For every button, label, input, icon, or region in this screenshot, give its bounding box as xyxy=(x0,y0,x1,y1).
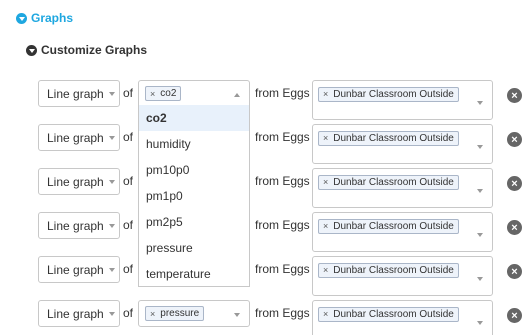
location-select[interactable]: × Dunbar Classroom Outside xyxy=(312,256,493,296)
chevron-down-icon xyxy=(234,313,240,317)
graph-type-select[interactable]: Line graph xyxy=(38,256,120,283)
remove-row-button[interactable]: × xyxy=(507,88,522,103)
from-label: from Eggs xyxy=(255,218,310,232)
dropdown-option[interactable]: humidity xyxy=(139,131,249,157)
metric-select[interactable]: × pressure xyxy=(138,300,250,327)
chevron-up-icon xyxy=(234,93,240,97)
dropdown-option[interactable]: temperature xyxy=(139,261,249,287)
remove-row-button[interactable]: × xyxy=(507,264,522,279)
from-label: from Eggs xyxy=(255,174,310,188)
tag-remove-icon[interactable]: × xyxy=(323,133,328,143)
metric-dropdown-menu: co2 humidity pm10p0 pm1p0 pm2p5 pressure… xyxy=(138,105,250,287)
graph-type-select[interactable]: Line graph xyxy=(38,212,120,239)
of-label: of xyxy=(123,218,134,232)
graph-type-select[interactable]: Line graph xyxy=(38,124,120,151)
from-label: from Eggs xyxy=(255,262,310,276)
of-label: of xyxy=(123,306,134,320)
graph-type-value: Line graph xyxy=(47,86,104,101)
remove-row-button[interactable]: × xyxy=(507,308,522,323)
of-label: of xyxy=(123,174,134,188)
chevron-down-icon xyxy=(108,135,115,140)
chevron-down-icon xyxy=(477,145,483,149)
graph-row: Line graph of × co2 from Eggs × Dunbar C… xyxy=(0,80,531,120)
metric-select[interactable]: × co2 xyxy=(138,80,250,107)
location-select[interactable]: × Dunbar Classroom Outside xyxy=(312,80,493,120)
metric-tag: × pressure xyxy=(145,306,205,321)
metric-tag: × co2 xyxy=(145,86,182,101)
location-tag: × Dunbar Classroom Outside xyxy=(318,306,459,322)
graph-type-value: Line graph xyxy=(47,306,104,321)
collapse-icon xyxy=(26,44,37,56)
from-label: from Eggs xyxy=(255,86,310,100)
remove-row-button[interactable]: × xyxy=(507,220,522,235)
location-tag-label: Dunbar Classroom Outside xyxy=(333,220,454,232)
graph-type-value: Line graph xyxy=(47,174,104,189)
chevron-down-icon xyxy=(108,267,115,272)
tag-remove-icon[interactable]: × xyxy=(150,89,155,99)
location-tag-label: Dunbar Classroom Outside xyxy=(333,264,454,276)
chevron-down-icon xyxy=(477,233,483,237)
graph-type-select[interactable]: Line graph xyxy=(38,168,120,195)
location-tag: × Dunbar Classroom Outside xyxy=(318,130,459,146)
tag-remove-icon[interactable]: × xyxy=(150,309,155,319)
location-tag: × Dunbar Classroom Outside xyxy=(318,174,459,190)
location-tag: × Dunbar Classroom Outside xyxy=(318,86,459,102)
tag-remove-icon[interactable]: × xyxy=(323,265,328,275)
graph-type-select[interactable]: Line graph xyxy=(38,300,120,327)
tag-remove-icon[interactable]: × xyxy=(323,309,328,319)
customize-graphs-title: Customize Graphs xyxy=(41,43,148,57)
chevron-down-icon xyxy=(108,91,115,96)
chevron-down-icon xyxy=(477,101,483,105)
tag-remove-icon[interactable]: × xyxy=(323,221,328,231)
graph-type-select[interactable]: Line graph xyxy=(38,80,120,107)
of-label: of xyxy=(123,86,134,100)
location-select[interactable]: × Dunbar Classroom Outside xyxy=(312,212,493,252)
chevron-down-icon xyxy=(477,189,483,193)
dropdown-option[interactable]: pressure xyxy=(139,235,249,261)
graphs-section-toggle[interactable]: Graphs xyxy=(16,11,73,25)
graph-type-value: Line graph xyxy=(47,262,104,277)
remove-row-button[interactable]: × xyxy=(507,176,522,191)
graph-row: Line graph of from Eggs × Dunbar Classro… xyxy=(0,212,531,252)
customize-graphs-toggle[interactable]: Customize Graphs xyxy=(26,43,147,57)
dropdown-option[interactable]: co2 xyxy=(139,105,249,131)
chevron-down-icon xyxy=(108,179,115,184)
from-label: from Eggs xyxy=(255,130,310,144)
location-tag-label: Dunbar Classroom Outside xyxy=(333,132,454,144)
metric-tag-label: pressure xyxy=(160,308,200,319)
graph-row: Line graph of × pressure from Eggs × Dun… xyxy=(0,300,531,335)
location-tag-label: Dunbar Classroom Outside xyxy=(333,308,454,320)
location-tag: × Dunbar Classroom Outside xyxy=(318,262,459,278)
chevron-down-icon xyxy=(108,223,115,228)
metric-tag-label: co2 xyxy=(160,88,177,99)
chevron-down-icon xyxy=(477,321,483,325)
dropdown-option[interactable]: pm2p5 xyxy=(139,209,249,235)
location-tag: × Dunbar Classroom Outside xyxy=(318,218,459,234)
chevron-down-icon xyxy=(477,277,483,281)
location-tag-label: Dunbar Classroom Outside xyxy=(333,176,454,188)
graph-type-value: Line graph xyxy=(47,218,104,233)
tag-remove-icon[interactable]: × xyxy=(323,177,328,187)
location-select[interactable]: × Dunbar Classroom Outside xyxy=(312,168,493,208)
graph-row: Line graph of from Eggs × Dunbar Classro… xyxy=(0,124,531,164)
location-tag-label: Dunbar Classroom Outside xyxy=(333,88,454,100)
chevron-down-icon xyxy=(108,311,115,316)
location-select[interactable]: × Dunbar Classroom Outside xyxy=(312,300,493,335)
dropdown-option[interactable]: pm1p0 xyxy=(139,183,249,209)
dropdown-option[interactable]: pm10p0 xyxy=(139,157,249,183)
graph-type-value: Line graph xyxy=(47,130,104,145)
remove-row-button[interactable]: × xyxy=(507,132,522,147)
tag-remove-icon[interactable]: × xyxy=(323,89,328,99)
collapse-icon xyxy=(16,12,27,24)
from-label: from Eggs xyxy=(255,306,310,320)
of-label: of xyxy=(123,130,134,144)
location-select[interactable]: × Dunbar Classroom Outside xyxy=(312,124,493,164)
graph-row: Line graph of from Eggs × Dunbar Classro… xyxy=(0,168,531,208)
graphs-title: Graphs xyxy=(31,11,74,25)
graph-row: Line graph of from Eggs × Dunbar Classro… xyxy=(0,256,531,296)
of-label: of xyxy=(123,262,134,276)
